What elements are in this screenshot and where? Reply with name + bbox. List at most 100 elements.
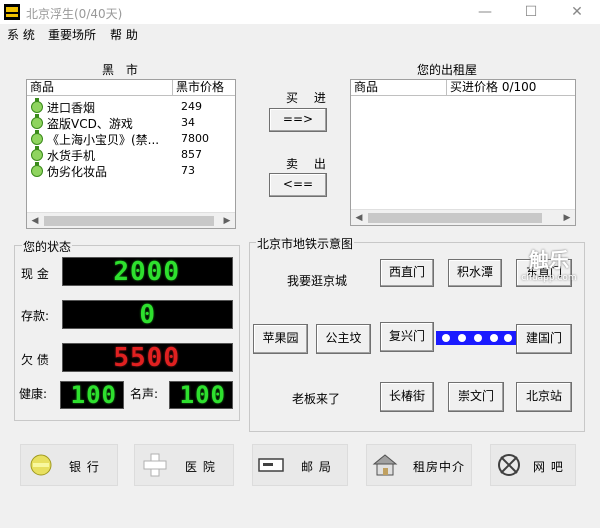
health-label: 健康: <box>19 387 48 401</box>
fame-display: 100 <box>169 381 233 409</box>
rental-agency-button[interactable]: 租房中介 <box>366 444 472 486</box>
close-button[interactable]: ✕ <box>554 0 600 24</box>
chuapp-watermark: 触乐 chuapp.com <box>520 244 578 288</box>
cash-value: 2000 <box>113 257 180 286</box>
market-list[interactable]: 商品 黑市价格 进口香烟 249 盗版VCD、游戏 34 《上海小宝贝》(禁..… <box>26 79 236 229</box>
scroll-right-icon[interactable]: ▶ <box>559 210 575 226</box>
rental-list[interactable]: 商品 买进价格 0/100 ◀ ▶ <box>350 79 576 226</box>
market-item-name: 进口香烟 <box>47 101 96 115</box>
subway-stop-dot <box>490 334 498 342</box>
subway-stop-dot <box>474 334 482 342</box>
market-item-price: 857 <box>181 148 202 161</box>
market-col-goods[interactable]: 商品 <box>27 80 173 96</box>
window-title: 北京浮生(0/40天) <box>26 7 123 21</box>
hospital-button[interactable]: 医 院 <box>134 444 234 486</box>
bank-button[interactable]: 银 行 <box>20 444 118 486</box>
rental-agency-icon <box>372 454 398 476</box>
menu-bar: 系 统 重要场所 帮 助 <box>0 24 600 44</box>
bank-label: 银 行 <box>69 460 100 474</box>
menu-help[interactable]: 帮 助 <box>110 26 138 43</box>
watermark-url: chuapp.com <box>521 273 577 283</box>
market-item-price: 73 <box>181 164 195 177</box>
debt-label: 欠 债 <box>21 353 49 367</box>
subway-stop-dot <box>504 334 512 342</box>
station-xizhimen-button[interactable]: 西直门 <box>380 259 434 287</box>
market-item-price: 34 <box>181 116 195 129</box>
market-item-price: 249 <box>181 100 202 113</box>
fame-value: 100 <box>179 381 226 409</box>
menu-important-places[interactable]: 重要场所 <box>48 26 96 43</box>
subway-title: 北京市地铁示意图 <box>256 235 355 252</box>
watermark-logo-text: 触乐 <box>529 248 569 272</box>
market-item-name: 水货手机 <box>47 149 96 163</box>
deposit-display: 0 <box>62 300 233 329</box>
post-office-icon <box>258 458 284 472</box>
market-row[interactable]: 进口香烟 249 <box>31 98 231 115</box>
deposit-value: 0 <box>139 300 156 329</box>
scroll-right-icon[interactable]: ▶ <box>219 213 235 229</box>
buy-button[interactable]: ==> <box>269 108 327 132</box>
scroll-thumb[interactable] <box>44 216 214 226</box>
title-bar: 北京浮生(0/40天) — ☐ ✕ <box>0 0 600 24</box>
post-office-label: 邮 局 <box>301 460 332 474</box>
deposit-label: 存款: <box>21 309 50 323</box>
station-beijingzhan-button[interactable]: 北京站 <box>516 382 572 412</box>
minimize-button[interactable]: — <box>462 0 508 24</box>
internet-cafe-label: 网 吧 <box>533 460 564 474</box>
market-item-name: 盗版VCD、游戏 <box>47 117 133 131</box>
station-jianguomen-button[interactable]: 建国门 <box>516 324 572 354</box>
scroll-left-icon[interactable]: ◀ <box>27 213 43 229</box>
scroll-thumb[interactable] <box>368 213 542 223</box>
status-title: 您的状态 <box>22 238 73 255</box>
market-item-name: 伪劣化妆品 <box>47 165 108 179</box>
sell-label: 卖 出 <box>286 157 332 171</box>
rental-agency-label: 租房中介 <box>413 460 466 474</box>
goods-icon <box>31 98 43 113</box>
station-fuxingmen-button[interactable]: 复兴门 <box>380 322 434 352</box>
market-row[interactable]: 水货手机 857 <box>31 146 231 163</box>
market-scrollbar[interactable]: ◀ ▶ <box>27 212 235 228</box>
subway-stop-dot <box>442 334 450 342</box>
subway-stop-dot <box>458 334 466 342</box>
boss-coming-text: 老板来了 <box>292 392 341 406</box>
debt-display: 5500 <box>62 343 233 372</box>
hospital-label: 医 院 <box>185 460 216 474</box>
market-item-price: 7800 <box>181 132 209 145</box>
market-row[interactable]: 盗版VCD、游戏 34 <box>31 114 231 131</box>
market-row[interactable]: 伪劣化妆品 73 <box>31 162 231 179</box>
internet-cafe-button[interactable]: 网 吧 <box>490 444 576 486</box>
buy-label: 买 进 <box>286 91 332 105</box>
rental-col-price[interactable]: 买进价格 0/100 <box>447 80 575 96</box>
rental-col-goods[interactable]: 商品 <box>351 80 447 96</box>
goods-icon <box>31 162 43 177</box>
station-jishuitan-button[interactable]: 积水潭 <box>448 259 502 287</box>
health-value: 100 <box>70 381 117 409</box>
rental-title: 您的出租屋 <box>417 63 478 77</box>
cash-display: 2000 <box>62 257 233 286</box>
internet-cafe-icon <box>498 454 520 476</box>
market-row[interactable]: 《上海小宝贝》(禁... 7800 <box>31 130 231 147</box>
market-title: 黑 市 <box>102 63 142 77</box>
maximize-button[interactable]: ☐ <box>508 0 554 24</box>
goods-icon <box>31 130 43 145</box>
station-changchunjie-button[interactable]: 长椿街 <box>380 382 434 412</box>
goods-icon <box>31 114 43 129</box>
app-icon <box>4 4 20 20</box>
station-pingguoyuan-button[interactable]: 苹果园 <box>253 324 308 354</box>
goods-icon <box>31 146 43 161</box>
subway-line <box>436 331 516 345</box>
cash-label: 现 金 <box>21 267 49 281</box>
station-chongwenmen-button[interactable]: 崇文门 <box>448 382 504 412</box>
sell-button[interactable]: <== <box>269 173 327 197</box>
post-office-button[interactable]: 邮 局 <box>252 444 348 486</box>
tour-city-text: 我要逛京城 <box>287 274 348 288</box>
fame-label: 名声: <box>130 387 159 401</box>
scroll-left-icon[interactable]: ◀ <box>351 210 367 226</box>
market-col-price[interactable]: 黑市价格 <box>173 80 235 96</box>
health-display: 100 <box>60 381 124 409</box>
bank-icon <box>30 454 52 476</box>
market-item-name: 《上海小宝贝》(禁... <box>47 133 160 147</box>
station-gongzhufen-button[interactable]: 公主坟 <box>316 324 371 354</box>
menu-system[interactable]: 系 统 <box>7 26 35 43</box>
rental-scrollbar[interactable]: ◀ ▶ <box>351 209 575 225</box>
